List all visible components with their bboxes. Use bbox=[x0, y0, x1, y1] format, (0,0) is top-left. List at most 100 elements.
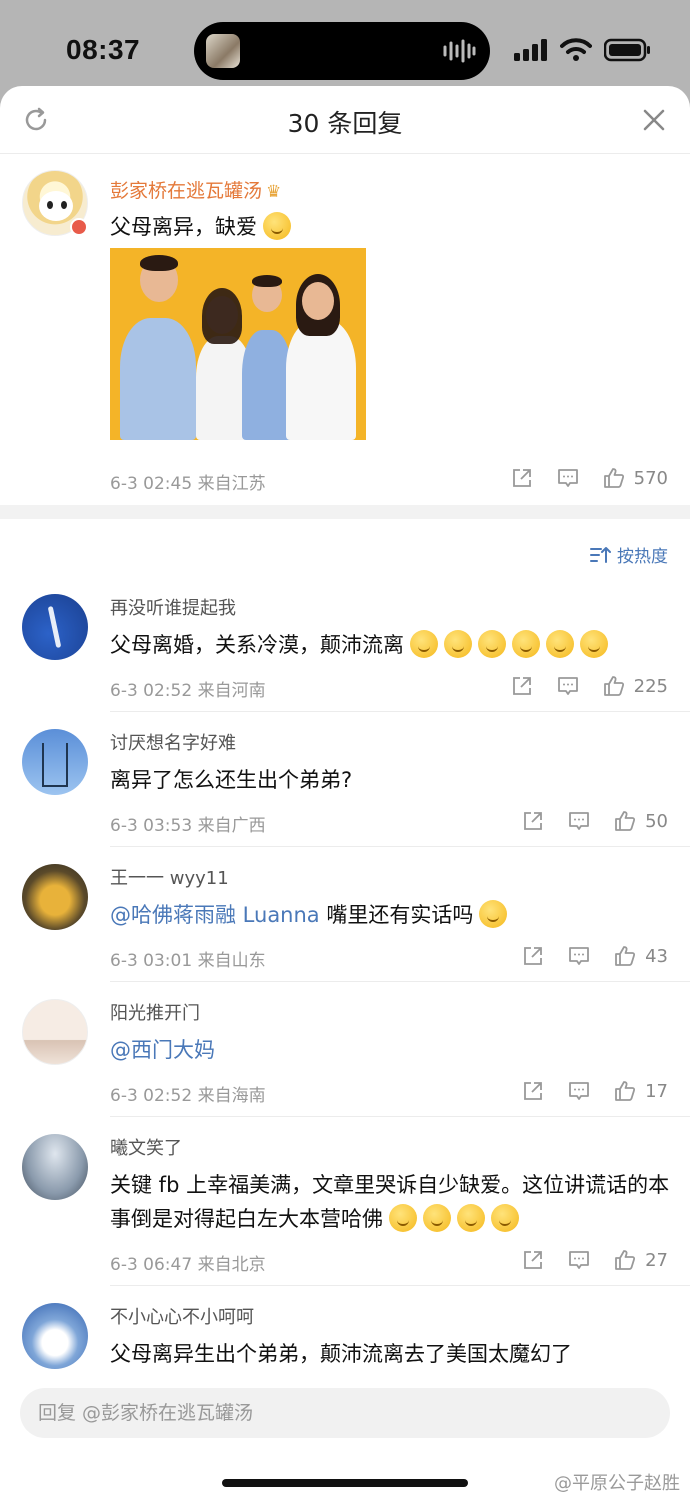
audio-wave-icon bbox=[443, 39, 476, 63]
photo-figure bbox=[242, 330, 292, 440]
like-count: 17 bbox=[645, 1080, 668, 1102]
sheet-title: 30 条回复 bbox=[287, 109, 403, 138]
photo-figure bbox=[120, 318, 196, 440]
reply-input[interactable]: 回复 @彭家桥在逃瓦罐汤 bbox=[20, 1388, 670, 1438]
like-button[interactable]: 225 bbox=[602, 674, 668, 698]
share-icon[interactable] bbox=[521, 809, 545, 833]
comment-icon[interactable] bbox=[567, 1248, 591, 1272]
like-button[interactable]: 17 bbox=[613, 1079, 668, 1103]
sort-toggle[interactable]: 按热度 bbox=[589, 542, 668, 567]
reply-meta: 6-3 02:52 来自海南 bbox=[110, 1086, 266, 1106]
thumbs-up-icon bbox=[615, 1250, 636, 1270]
now-playing-thumbnail bbox=[206, 34, 240, 68]
like-count: 570 bbox=[633, 467, 668, 489]
battery-icon bbox=[604, 38, 650, 62]
emoji-icon bbox=[479, 900, 508, 928]
comment-icon[interactable] bbox=[556, 674, 580, 698]
home-indicator[interactable] bbox=[222, 1479, 468, 1487]
status-time: 08:37 bbox=[66, 34, 141, 65]
reply-username[interactable]: 讨厌想名字好难 bbox=[110, 729, 236, 755]
status-icons bbox=[514, 38, 652, 62]
comment-icon[interactable] bbox=[567, 809, 591, 833]
reply-actions: 50 bbox=[521, 809, 668, 833]
thumbs-up-icon bbox=[615, 811, 636, 831]
divider bbox=[110, 711, 690, 712]
reply-username[interactable]: 不小心心不小呵呵 bbox=[110, 1303, 254, 1329]
emoji-icon bbox=[444, 630, 472, 658]
reply-meta: 6-3 02:52 来自河南 bbox=[110, 681, 266, 701]
emoji-icon bbox=[423, 1204, 451, 1232]
share-icon[interactable] bbox=[521, 1079, 545, 1103]
avatar[interactable] bbox=[22, 999, 88, 1065]
comment-icon[interactable] bbox=[567, 944, 591, 968]
dynamic-island[interactable] bbox=[194, 22, 490, 80]
like-button[interactable]: 50 bbox=[613, 809, 668, 833]
reply-username[interactable]: 阳光推开门 bbox=[110, 999, 200, 1025]
reply-actions: 17 bbox=[521, 1079, 668, 1103]
comment-image[interactable] bbox=[110, 248, 366, 440]
emoji-icon bbox=[389, 1204, 417, 1232]
comment-icon[interactable] bbox=[556, 466, 580, 490]
thumbs-up-icon bbox=[615, 1081, 636, 1101]
mention-link[interactable]: @哈佛蒋雨融 Luanna bbox=[110, 903, 320, 927]
cellular-signal-icon bbox=[514, 39, 547, 61]
share-icon[interactable] bbox=[521, 944, 545, 968]
reply-actions: 27 bbox=[521, 1248, 668, 1272]
replies-sheet: 30 条回复 彭家桥在逃瓦罐汤♛ 父母离异，缺爱 6-3 02:45 来自江苏 bbox=[0, 86, 690, 1499]
thumbs-up-icon bbox=[603, 468, 624, 488]
like-button[interactable]: 43 bbox=[613, 944, 668, 968]
reply-meta: 6-3 03:53 来自广西 bbox=[110, 816, 266, 836]
close-icon[interactable] bbox=[640, 106, 668, 134]
emoji-icon bbox=[478, 630, 506, 658]
like-button[interactable]: 570 bbox=[602, 466, 668, 490]
divider bbox=[110, 846, 690, 847]
sheet-header: 30 条回复 bbox=[0, 86, 690, 154]
like-button[interactable]: 27 bbox=[613, 1248, 668, 1272]
reply-username[interactable]: 曦文笑了 bbox=[110, 1134, 182, 1160]
avatar[interactable] bbox=[22, 864, 88, 930]
sort-icon bbox=[590, 546, 611, 563]
crown-icon: ♛ bbox=[266, 182, 282, 202]
share-icon[interactable] bbox=[510, 466, 534, 490]
like-count: 43 bbox=[645, 945, 668, 967]
wifi-icon bbox=[560, 38, 592, 61]
emoji-icon bbox=[491, 1204, 519, 1232]
reply-actions: 43 bbox=[521, 944, 668, 968]
emoji-icon bbox=[512, 630, 540, 658]
divider bbox=[110, 981, 690, 982]
section-divider bbox=[0, 505, 690, 519]
reply-username[interactable]: 再没听谁提起我 bbox=[110, 594, 236, 620]
watermark: @平原公子赵胜 bbox=[554, 1473, 680, 1494]
emoji-icon bbox=[410, 630, 438, 658]
avatar[interactable] bbox=[22, 1303, 88, 1369]
like-count: 50 bbox=[645, 810, 668, 832]
mention-link[interactable]: @西门大妈 bbox=[110, 1038, 215, 1062]
comment-text: 父母离异，缺爱 bbox=[110, 211, 291, 241]
reply-meta: 6-3 03:01 来自山东 bbox=[110, 951, 266, 971]
divider bbox=[110, 1285, 690, 1286]
comment-icon[interactable] bbox=[567, 1079, 591, 1103]
thumbs-up-icon bbox=[615, 946, 636, 966]
comment-actions: 570 bbox=[510, 466, 668, 490]
emoji-icon bbox=[580, 630, 608, 658]
comment-meta: 6-3 02:45 来自江苏 bbox=[110, 474, 266, 494]
divider bbox=[110, 1116, 690, 1117]
photo-figure bbox=[286, 320, 356, 440]
avatar[interactable] bbox=[22, 729, 88, 795]
emoji-icon bbox=[263, 212, 291, 240]
avatar[interactable] bbox=[22, 1134, 88, 1200]
comment-username[interactable]: 彭家桥在逃瓦罐汤 ♛ bbox=[110, 176, 281, 203]
reply-text: 父母离异生出个弟弟，颠沛流离去了美国太魔幻了 bbox=[110, 1342, 572, 1366]
like-count: 27 bbox=[645, 1249, 668, 1271]
emoji-icon bbox=[457, 1204, 485, 1232]
share-icon[interactable] bbox=[510, 674, 534, 698]
avatar[interactable] bbox=[22, 594, 88, 660]
vip-badge-icon bbox=[70, 218, 88, 236]
emoji-icon bbox=[546, 630, 574, 658]
reply-meta: 6-3 06:47 来自北京 bbox=[110, 1255, 266, 1275]
reply-text: 关键 fb 上幸福美满，文章里哭诉自少缺爱。这位讲谎话的本事倒是对得起白左大本营… bbox=[110, 1173, 670, 1232]
thumbs-up-icon bbox=[603, 676, 624, 696]
reply-username[interactable]: 王一一 wyy11 bbox=[110, 864, 229, 890]
share-icon[interactable] bbox=[521, 1248, 545, 1272]
like-count: 225 bbox=[633, 675, 668, 697]
